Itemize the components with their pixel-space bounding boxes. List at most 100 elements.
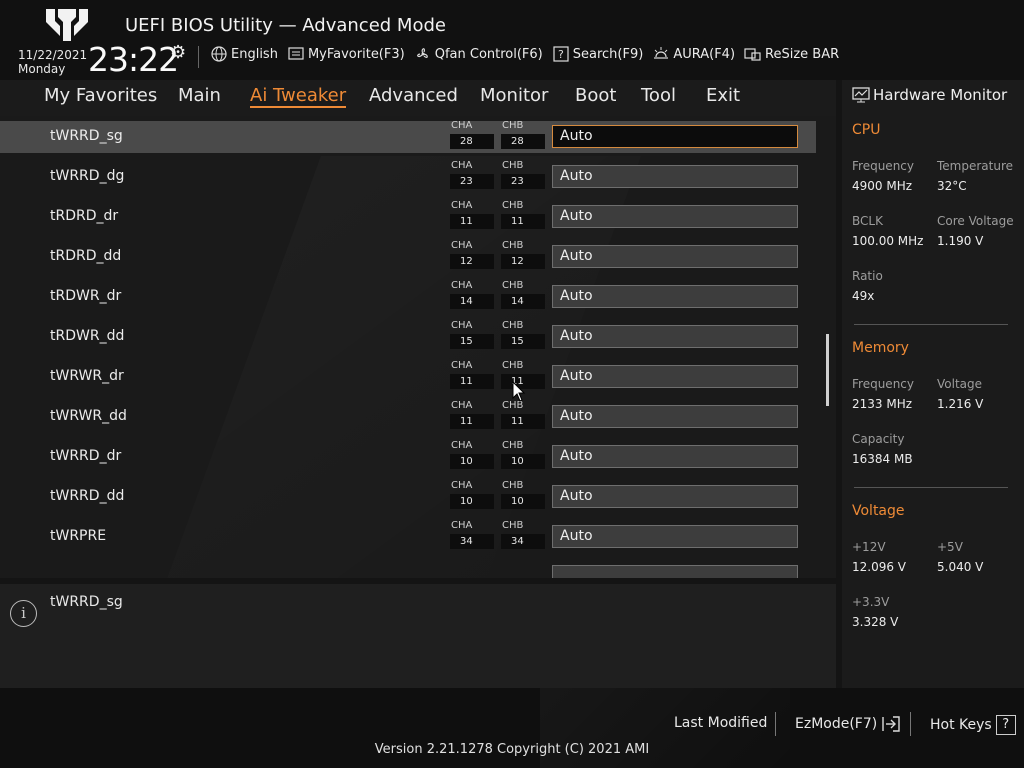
cha-value: 28 [450,134,494,149]
setting-value-box[interactable]: Auto [552,325,798,348]
tab-ai-tweaker[interactable]: Ai Tweaker [250,85,347,108]
cha-label: CHA [451,520,473,531]
cha-label: CHA [451,280,473,291]
voltage-section-title: Voltage [852,503,905,519]
setting-row-trdwr-dr[interactable]: tRDWR_dr CHA 14 CHB 14 Auto [0,280,816,313]
list-scrollbar[interactable] [826,334,829,406]
v33-value: 3.328 V [852,615,899,629]
bclk-label: BCLK [852,214,883,228]
app-title: UEFI BIOS Utility — Advanced Mode [125,15,446,36]
hardware-monitor-title: Hardware Monitor [852,86,1007,104]
search-button[interactable]: ? Search(F9) [552,46,644,62]
cha-value: 23 [450,174,494,189]
aura-button[interactable]: AURA(F4) [652,46,735,62]
fan-icon [416,48,428,58]
chb-value: 11 [501,414,545,429]
hw-divider [854,324,1008,325]
chb-value: 10 [501,454,545,469]
cha-value: 11 [450,414,494,429]
ezmode-label: EzMode(F7) [795,716,878,732]
setting-value-box[interactable]: Auto [552,245,798,268]
next-row-value-box-partial[interactable] [552,565,798,578]
setting-value-box[interactable]: Auto [552,485,798,508]
tab-boot[interactable]: Boot [575,85,616,106]
cha-value: 15 [450,334,494,349]
core-voltage-label: Core Voltage [937,214,1014,228]
tab-my-favorites[interactable]: My Favorites [44,85,157,106]
chb-label: CHB [502,280,524,291]
hot-keys-label: Hot Keys [930,717,992,733]
ratio-value: 49x [852,289,875,303]
setting-value-box[interactable]: Auto [552,365,798,388]
tab-tool[interactable]: Tool [641,85,676,106]
chb-value: 15 [501,334,545,349]
language-label: English [231,46,278,62]
footer-divider [775,712,776,736]
hot-keys-button[interactable]: Hot Keys ? [930,715,1016,735]
language-button[interactable]: English [210,46,278,62]
setting-row-trdrd-dr[interactable]: tRDRD_dr CHA 11 CHB 11 Auto [0,200,816,233]
memory-frequency-value: 2133 MHz [852,397,913,411]
v33-label: +3.3V [852,595,890,609]
help-question-icon: ? [995,715,1016,735]
qfan-label: Qfan Control(F6) [434,46,543,62]
setting-row-twrwr-dr[interactable]: tWRWR_dr CHA 11 CHB 11 Auto [0,360,816,393]
chb-label: CHB [502,120,524,131]
chb-label: CHB [502,440,524,451]
date-text: 11/22/2021 [18,48,88,62]
ezmode-button[interactable]: EzMode(F7) [795,715,901,733]
setting-name: tWRRD_dd [50,488,125,504]
setting-value-box[interactable]: Auto [552,165,798,188]
hw-divider [854,487,1008,488]
tab-main[interactable]: Main [178,85,221,106]
hardware-monitor-panel: Hardware Monitor CPU Frequency 4900 MHz … [842,80,1024,688]
setting-row-twrpre[interactable]: tWRPRE CHA 34 CHB 34 Auto [0,520,816,553]
setting-value-box[interactable]: Auto [552,125,798,148]
setting-value-box[interactable]: Auto [552,405,798,428]
weekday-text: Monday [18,62,66,76]
cpu-temperature-label: Temperature [937,159,1014,173]
chb-value: 10 [501,494,545,509]
resize-bar-button[interactable]: ReSize BAR [744,46,839,62]
gear-icon[interactable]: ⚙ [170,42,186,63]
chb-value: 12 [501,254,545,269]
cha-value: 10 [450,494,494,509]
cha-label: CHA [451,200,473,211]
memory-capacity-label: Capacity [852,432,905,446]
cha-value: 10 [450,454,494,469]
search-label: Search(F9) [572,46,644,62]
memory-voltage-label: Voltage [937,377,983,391]
tab-advanced[interactable]: Advanced [369,85,458,106]
v5-value: 5.040 V [937,560,984,574]
chb-label: CHB [502,160,524,171]
setting-row-trdrd-dd[interactable]: tRDRD_dd CHA 12 CHB 12 Auto [0,240,816,273]
setting-name: tRDRD_dr [50,208,119,224]
setting-row-twrrd-dd[interactable]: tWRRD_dd CHA 10 CHB 10 Auto [0,480,816,513]
setting-row-twrrd-sg[interactable]: tWRRD_sg CHA 28 CHB 28 Auto [0,120,816,153]
info-icon: i [10,600,37,627]
setting-row-trdwr-dd[interactable]: tRDWR_dd CHA 15 CHB 15 Auto [0,320,816,353]
cha-value: 11 [450,214,494,229]
footer-divider [910,712,911,736]
cpu-frequency-value: 4900 MHz [852,179,913,193]
last-modified-button[interactable]: Last Modified [674,715,767,731]
tab-exit[interactable]: Exit [706,85,740,106]
v12-value: 12.096 V [852,560,907,574]
exit-arrow-icon [882,716,900,732]
setting-value-box[interactable]: Auto [552,445,798,468]
setting-value-box[interactable]: Auto [552,525,798,548]
qfan-control-button[interactable]: Qfan Control(F6) [414,46,543,62]
setting-name: tWRPRE [50,528,107,544]
setting-row-twrwr-dd[interactable]: tWRWR_dd CHA 11 CHB 11 Auto [0,400,816,433]
myfavorite-button[interactable]: MyFavorite(F3) [287,46,405,62]
setting-name: tWRRD_dr [50,448,122,464]
mouse-cursor-icon [512,381,526,402]
tab-monitor[interactable]: Monitor [480,85,548,106]
setting-row-twrrd-dr[interactable]: tWRRD_dr CHA 10 CHB 10 Auto [0,440,816,473]
setting-row-twrrd-dg[interactable]: tWRRD_dg CHA 23 CHB 23 Auto [0,160,816,193]
setting-value-box[interactable]: Auto [552,205,798,228]
clock-display[interactable]: 23:22 [88,40,179,79]
ratio-label: Ratio [852,269,883,283]
setting-value-box[interactable]: Auto [552,285,798,308]
cha-label: CHA [451,160,473,171]
